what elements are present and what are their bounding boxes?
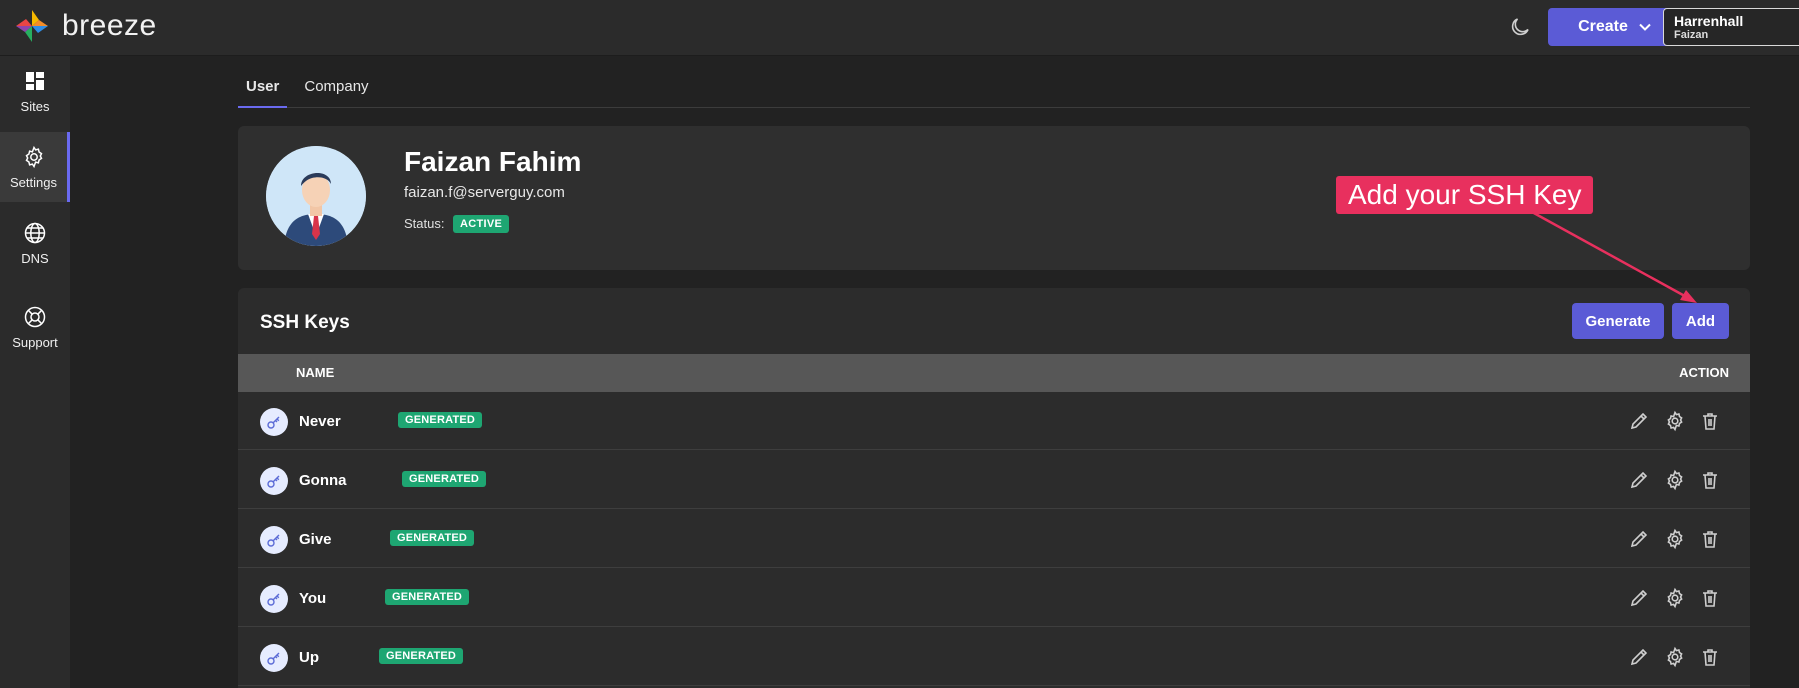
- organization-name: Harrenhall: [1674, 13, 1744, 29]
- lifebuoy-icon: [24, 306, 46, 327]
- settings-gear-icon[interactable]: [1664, 528, 1686, 550]
- sidebar-item-label: Settings: [10, 174, 57, 190]
- generated-badge: GENERATED: [385, 589, 470, 605]
- generated-badge: GENERATED: [398, 412, 483, 428]
- key-icon: [260, 526, 288, 554]
- breeze-logo-icon: [16, 10, 48, 42]
- edit-pencil-icon[interactable]: [1628, 410, 1650, 432]
- settings-gear-icon[interactable]: [1664, 410, 1686, 432]
- brand-name: breeze: [62, 9, 157, 42]
- table-row: You GENERATED: [238, 569, 1750, 627]
- key-name: Give: [299, 531, 332, 548]
- dark-mode-moon-icon[interactable]: [1508, 15, 1532, 39]
- sidebar-item-label: Support: [12, 334, 58, 350]
- column-header-name: NAME: [296, 365, 335, 380]
- grid-icon: [26, 71, 44, 90]
- key-name: Up: [299, 649, 319, 666]
- globe-icon: [24, 222, 46, 243]
- sidebar: Sites Settings DNS Support: [0, 56, 70, 688]
- add-key-button[interactable]: Add: [1672, 303, 1729, 339]
- table-row: Give GENERATED: [238, 510, 1750, 568]
- settings-tabs: User Company: [238, 68, 1750, 108]
- key-icon: [260, 644, 288, 672]
- gear-icon: [25, 145, 42, 168]
- brand-logo[interactable]: breeze: [12, 6, 157, 46]
- settings-gear-icon[interactable]: [1664, 469, 1686, 491]
- sidebar-item-label: Sites: [20, 98, 50, 114]
- organization-user: Faizan: [1674, 29, 1709, 41]
- avatar: [266, 146, 366, 246]
- create-button-label: Create: [1578, 18, 1628, 35]
- ssh-keys-title: SSH Keys: [260, 312, 350, 333]
- delete-trash-icon[interactable]: [1699, 469, 1721, 491]
- ssh-keys-card: SSH Keys Generate Add NAME ACTION Never G…: [238, 288, 1750, 688]
- status-badge: ACTIVE: [453, 215, 510, 233]
- organization-switcher[interactable]: Harrenhall Faizan: [1663, 8, 1799, 46]
- top-bar: breeze Create Harrenhall Faizan: [0, 0, 1799, 56]
- edit-pencil-icon[interactable]: [1628, 469, 1650, 491]
- edit-pencil-icon[interactable]: [1628, 587, 1650, 609]
- delete-trash-icon[interactable]: [1699, 528, 1721, 550]
- generated-badge: GENERATED: [379, 648, 464, 664]
- table-row: Up GENERATED: [238, 628, 1750, 686]
- sidebar-item-dns[interactable]: DNS: [0, 208, 70, 278]
- profile-name: Faizan Fahim: [404, 146, 582, 177]
- sidebar-item-support[interactable]: Support: [0, 292, 70, 362]
- table-row: Never GENERATED: [238, 392, 1750, 450]
- settings-gear-icon[interactable]: [1664, 646, 1686, 668]
- sidebar-item-settings[interactable]: Settings: [0, 132, 70, 202]
- key-name: Never: [299, 413, 341, 430]
- annotation-callout: Add your SSH Key: [1336, 176, 1594, 214]
- sidebar-item-label: DNS: [21, 250, 49, 266]
- column-header-action: ACTION: [1679, 365, 1729, 380]
- table-row: Gonna GENERATED: [238, 451, 1750, 509]
- annotation-text: Add your SSH Key: [1348, 179, 1582, 210]
- tab-user[interactable]: User: [238, 68, 288, 108]
- edit-pencil-icon[interactable]: [1628, 528, 1650, 550]
- delete-trash-icon[interactable]: [1699, 587, 1721, 609]
- generate-key-button[interactable]: Generate: [1572, 303, 1664, 339]
- chevron-down-icon: [1639, 23, 1651, 31]
- table-header: NAME ACTION: [238, 354, 1750, 392]
- key-name: You: [299, 590, 327, 607]
- key-name: Gonna: [299, 472, 347, 489]
- tab-company[interactable]: Company: [296, 68, 376, 108]
- user-avatar-icon: [266, 146, 366, 246]
- edit-pencil-icon[interactable]: [1628, 646, 1650, 668]
- delete-trash-icon[interactable]: [1699, 410, 1721, 432]
- delete-trash-icon[interactable]: [1699, 646, 1721, 668]
- key-icon: [260, 585, 288, 613]
- settings-gear-icon[interactable]: [1664, 587, 1686, 609]
- status-label: Status:: [404, 216, 445, 231]
- sidebar-item-sites[interactable]: Sites: [0, 56, 70, 126]
- generated-badge: GENERATED: [402, 471, 487, 487]
- create-button[interactable]: Create: [1548, 8, 1682, 46]
- key-icon: [260, 467, 288, 495]
- profile-email: faizan.f@serverguy.com: [404, 184, 565, 201]
- generated-badge: GENERATED: [390, 530, 475, 546]
- key-icon: [260, 408, 288, 436]
